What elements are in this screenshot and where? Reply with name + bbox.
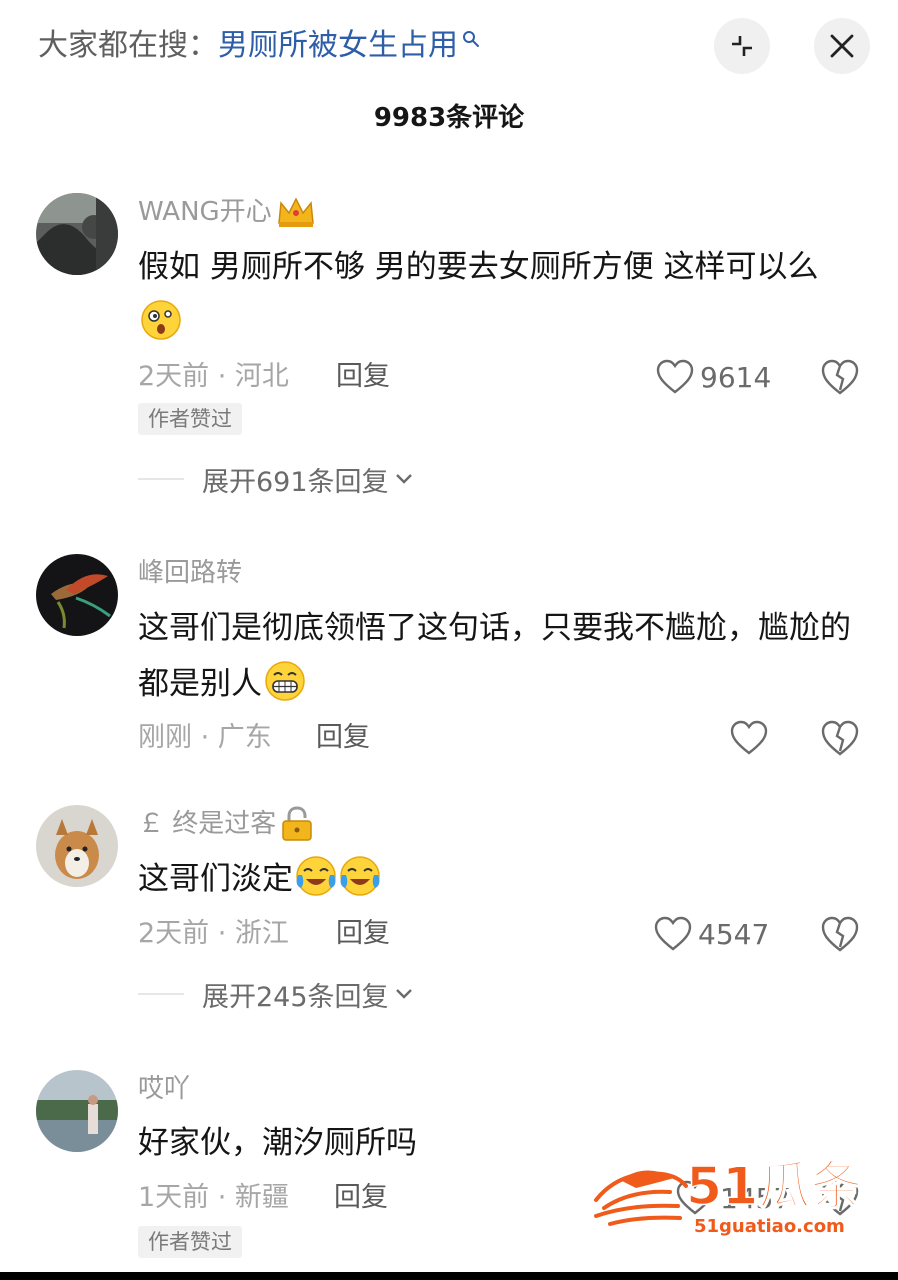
watermark-brand: 51瓜条 [686, 1157, 862, 1217]
dislike-icon[interactable] [820, 357, 860, 397]
comment-meta: 2天前 · 浙江 [138, 918, 289, 949]
avatar[interactable] [36, 554, 118, 636]
comment-meta: 1天前 · 新疆 [138, 1182, 289, 1213]
heart-icon [654, 916, 692, 951]
author-liked-tag: 作者赞过 [138, 1226, 242, 1258]
reply-button[interactable]: 回复 [336, 357, 390, 397]
avatar[interactable] [36, 805, 118, 887]
reply-button[interactable]: 回复 [316, 718, 370, 758]
minimize-icon [732, 36, 752, 56]
like-count: 4547 [698, 917, 770, 951]
reply-button[interactable]: 回复 [336, 914, 390, 954]
search-term-link[interactable]: 男厕所被女生占用 [218, 24, 458, 68]
search-prefix: 大家都在搜： [38, 28, 218, 63]
comment-panel: 大家都在搜： 男厕所被女生占用 9983条评论 WANG开心 假如 男厕所不够 … [0, 0, 898, 1272]
top-bar: 大家都在搜： 男厕所被女生占用 [0, 0, 898, 92]
watermark-url: 51guatiao.com [694, 1216, 845, 1237]
chevron-down-icon [395, 989, 412, 999]
tears-of-joy-emoji [296, 856, 336, 896]
heart-icon [730, 720, 768, 755]
username[interactable]: 峰回路转 [138, 555, 242, 591]
reply-button[interactable]: 回复 [334, 1178, 388, 1218]
tears-of-joy-emoji [340, 856, 380, 896]
lock-emoji [282, 806, 313, 841]
dislike-icon[interactable] [820, 914, 860, 954]
expand-replies-button[interactable]: 展开245条回复 [138, 976, 413, 1013]
grinning-emoji [265, 661, 305, 701]
search-icon [463, 31, 479, 47]
divider-line [138, 993, 184, 995]
expand-replies-button[interactable]: 展开691条回复 [138, 461, 413, 498]
author-liked-tag: 作者赞过 [138, 403, 242, 435]
username[interactable]: WANG开心 [138, 194, 316, 230]
dislike-icon[interactable] [820, 718, 860, 758]
like-button[interactable]: 4547 [654, 914, 769, 954]
avatar[interactable] [36, 193, 118, 275]
like-button[interactable] [730, 718, 774, 758]
like-count: 9614 [700, 360, 772, 394]
username[interactable]: ￡ 终是过客 [138, 806, 314, 842]
close-button[interactable] [814, 18, 870, 74]
comment-count: 9983条评论 [373, 103, 525, 133]
comment-meta: 2天前 · 河北 [138, 361, 289, 392]
comment-text: 这哥们是彻底领悟了这句话，只要我不尴尬，尴尬的都是别人 [138, 610, 851, 702]
avatar[interactable] [36, 1070, 118, 1152]
comment-meta: 刚刚 · 广东 [138, 722, 272, 753]
comment-text: 这哥们淡定 [138, 851, 858, 907]
username[interactable]: 哎吖 [138, 1071, 190, 1107]
watermark-logo: 51瓜条 51guatiao.com [594, 1156, 863, 1237]
crown-emoji [277, 197, 314, 227]
divider-line [138, 478, 184, 480]
chevron-down-icon [395, 474, 412, 484]
heart-icon [656, 359, 694, 394]
comment-text: 假如 男厕所不够 男的要去女厕所方便 这样可以么 [138, 239, 858, 351]
minimize-button[interactable] [714, 18, 770, 74]
close-icon [830, 34, 854, 58]
search-suggestion[interactable]: 大家都在搜： 男厕所被女生占用 [38, 24, 480, 68]
dizzy-face-emoji [141, 300, 181, 340]
like-button[interactable]: 9614 [656, 357, 771, 397]
